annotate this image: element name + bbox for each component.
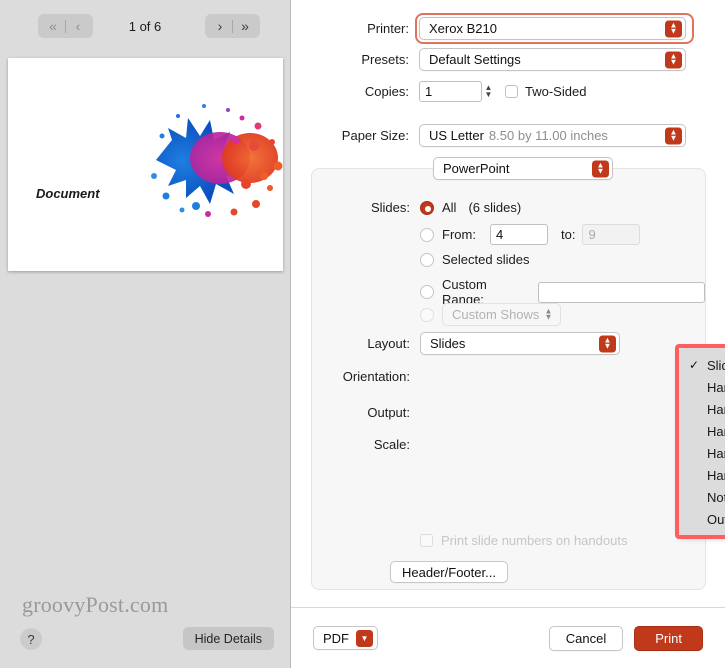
copies-row: Copies: 1 ▲ ▼ Two-Sided [291, 81, 725, 102]
print-slide-numbers-checkbox[interactable] [420, 534, 433, 547]
pdf-label: PDF [323, 630, 349, 646]
chevron-down-icon: ▼ [356, 629, 373, 647]
watermark-text: groovyPost.com [22, 592, 169, 617]
all-slides-label: All [442, 200, 457, 215]
all-slides-count: (6 slides) [468, 200, 522, 215]
printer-select[interactable]: Xerox B210 ▲ ▼ [419, 17, 686, 40]
chevron-updown-icon: ▲ ▼ [544, 306, 553, 322]
menu-item-label: Slides [707, 357, 725, 373]
menu-item-handouts-2[interactable]: Handouts (2 slides per page) [679, 376, 725, 398]
custom-shows-value: Custom Shows [452, 307, 540, 322]
layout-options-menu[interactable]: ✓ Slides Handouts (2 slides per page) Ha… [679, 348, 725, 536]
pdf-button[interactable]: PDF ▼ [313, 626, 378, 650]
dialog-footer: PDF ▼ Cancel Print [291, 607, 725, 668]
menu-item-label: Handouts (6 slides per page) [707, 445, 725, 461]
radio-from-range[interactable] [420, 227, 434, 242]
menu-item-label: Handouts (3 slides per page) [707, 401, 725, 417]
print-preview-pane: « ‹ 1 of 6 › » Document groovyPost.com ?… [0, 0, 291, 668]
presets-select[interactable]: Default Settings ▲ ▼ [419, 48, 686, 71]
copies-input[interactable]: 1 [419, 81, 482, 102]
slides-label: Slides: [370, 200, 410, 215]
output-label: Output: [367, 405, 410, 420]
chevron-updown-icon: ▲ ▼ [599, 335, 616, 352]
radio-custom-range[interactable] [420, 285, 434, 299]
menu-item-label: Handouts (2 slides per page) [707, 379, 725, 395]
chevron-updown-icon: ▲ ▼ [592, 160, 609, 177]
menu-item-label: Handouts (4 slides per page) [707, 423, 725, 439]
paper-size-detail: 8.50 by 11.00 inches [488, 128, 608, 143]
slide-preview[interactable]: Document [8, 58, 283, 271]
paper-size-select[interactable]: US Letter 8.50 by 11.00 inches ▲ ▼ [419, 124, 686, 147]
header-footer-button[interactable]: Header/Footer... [390, 561, 508, 583]
menu-item-notes[interactable]: Notes [679, 486, 725, 508]
next-page-icon[interactable]: › [208, 15, 232, 37]
radio-all-slides[interactable] [420, 200, 434, 215]
print-dialog-window: « ‹ 1 of 6 › » Document groovyPost.com ?… [0, 0, 725, 668]
hide-details-button[interactable]: Hide Details [182, 627, 274, 650]
to-label: to: [561, 227, 576, 242]
layout-value: Slides [430, 336, 466, 351]
app-options-panel: PowerPoint ▲ ▼ Slides: All (6 slides) Fro… [311, 157, 706, 590]
menu-item-slides[interactable]: ✓ Slides [679, 354, 725, 376]
menu-item-handouts-3[interactable]: Handouts (3 slides per page) [679, 398, 725, 420]
chevron-updown-icon: ▲ ▼ [665, 20, 682, 37]
from-label: From: [442, 227, 476, 242]
from-input[interactable]: 4 [490, 224, 548, 245]
print-button[interactable]: Print [634, 625, 703, 651]
last-page-icon[interactable]: » [233, 15, 257, 37]
layout-select[interactable]: Slides ▲ ▼ [420, 332, 620, 355]
custom-range-input[interactable] [537, 281, 705, 303]
two-sided-checkbox[interactable] [505, 85, 518, 98]
menu-item-handouts-4[interactable]: Handouts (4 slides per page) [679, 420, 725, 442]
preview-navigation-bar: « ‹ 1 of 6 › » [0, 0, 290, 52]
slides-all-row: Slides: All (6 slides) [312, 200, 705, 215]
print-slide-numbers-label: Print slide numbers on handouts [441, 533, 628, 548]
nav-group-forward[interactable]: › » [205, 14, 260, 38]
help-button[interactable]: ? [20, 628, 42, 650]
menu-item-outline[interactable]: Outline [679, 508, 725, 530]
custom-shows-select[interactable]: Custom Shows ▲ ▼ [442, 303, 561, 326]
slides-range-row: From: 4 to: 9 [420, 224, 641, 245]
selected-slides-label: Selected slides [442, 252, 530, 267]
radio-custom-shows[interactable] [420, 307, 434, 322]
paint-splash-graphic [151, 104, 283, 217]
slide-title-text: Document [36, 186, 100, 201]
menu-item-label: Handouts (9 slides per page) [707, 467, 725, 483]
menu-item-label: Notes [707, 489, 725, 505]
app-select[interactable]: PowerPoint ▲ ▼ [433, 157, 613, 180]
chevron-updown-icon: ▲ ▼ [665, 51, 682, 68]
presets-value: Default Settings [429, 52, 521, 67]
print-slide-numbers-row: Print slide numbers on handouts [420, 533, 627, 548]
copies-label: Copies: [364, 84, 409, 99]
printer-label: Printer: [367, 21, 409, 36]
printer-row: Printer: Xerox B210 ▲ ▼ [291, 17, 725, 40]
to-input[interactable]: 9 [582, 224, 641, 245]
presets-label: Presets: [361, 52, 409, 67]
paper-size-row: Paper Size: US Letter 8.50 by 11.00 inch… [291, 124, 725, 147]
radio-selected-slides[interactable] [420, 252, 434, 267]
scale-label: Scale: [373, 437, 410, 452]
orientation-label: Orientation: [342, 369, 410, 384]
checkmark-icon: ✓ [689, 358, 700, 372]
app-select-wrap: PowerPoint ▲ ▼ [433, 157, 613, 180]
copies-stepper[interactable]: ▲ ▼ [482, 81, 495, 102]
menu-item-handouts-6[interactable]: Handouts (6 slides per page) [679, 442, 725, 464]
menu-item-label: Outline [707, 511, 725, 527]
presets-row: Presets: Default Settings ▲ ▼ [291, 48, 725, 71]
app-select-value: PowerPoint [443, 161, 510, 176]
paper-size-value: US Letter [429, 128, 484, 143]
printer-value: Xerox B210 [429, 21, 497, 36]
layout-row: Layout: Slides ▲ ▼ [312, 332, 705, 355]
chevron-updown-icon: ▲ ▼ [665, 127, 682, 144]
custom-shows-row: Custom Shows ▲ ▼ [420, 303, 561, 326]
cancel-button[interactable]: Cancel [548, 625, 624, 651]
selected-slides-row: Selected slides [420, 252, 529, 267]
menu-item-handouts-9[interactable]: Handouts (9 slides per page) [679, 464, 725, 486]
print-settings-pane: Printer: Xerox B210 ▲ ▼ Presets: Default … [291, 0, 725, 668]
two-sided-label: Two-Sided [525, 84, 587, 99]
paper-size-label: Paper Size: [341, 128, 409, 143]
layout-label: Layout: [367, 336, 410, 351]
